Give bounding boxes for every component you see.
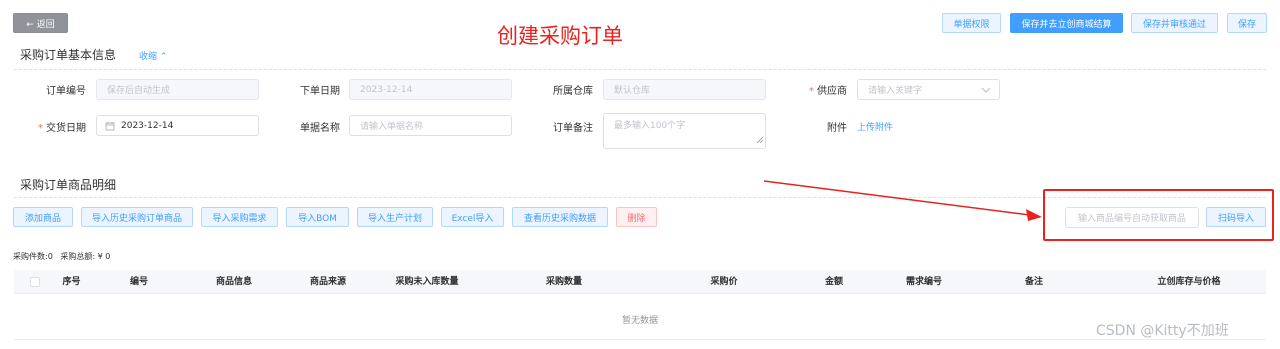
delivery-date-label: * 交货日期 xyxy=(30,119,86,134)
save-label: 保存 xyxy=(1237,19,1256,30)
import-demand-button[interactable]: 导入采购需求 xyxy=(201,207,278,227)
save-approve-label: 保存并审核通过 xyxy=(1142,19,1206,30)
toolbar-label: 删除 xyxy=(627,213,646,224)
supplier-label: * 供应商 xyxy=(790,82,847,97)
add-product-button[interactable]: 添加商品 xyxy=(13,207,73,227)
toolbar-label: 导入生产计划 xyxy=(367,213,422,224)
warehouse-placeholder: 默认仓库 xyxy=(614,86,651,96)
remark-textarea[interactable]: 最多输入100个字 xyxy=(603,113,766,149)
detail-section-title: 采购订单商品明细 xyxy=(20,178,117,192)
order-date-field: 2023-12-14 xyxy=(349,79,512,100)
permission-button[interactable]: 单据权限 xyxy=(942,13,1001,33)
save-approve-button[interactable]: 保存并审核通过 xyxy=(1131,13,1218,33)
remark-placeholder: 最多输入100个字 xyxy=(614,121,686,131)
required-mark: * xyxy=(809,86,814,97)
scan-import-label: 扫码导入 xyxy=(1217,213,1254,224)
attachment-label: 附件 xyxy=(827,123,847,134)
order-date-value: 2023-12-14 xyxy=(360,84,413,95)
annotation-arrow-icon xyxy=(763,180,1042,221)
permission-label: 单据权限 xyxy=(953,19,990,30)
column-header: 商品来源 xyxy=(309,277,346,287)
page-title: 创建采购订单 xyxy=(497,24,623,48)
section-divider xyxy=(14,69,1266,70)
doc-name-placeholder: 请输入单据名称 xyxy=(360,122,424,132)
doc-name-input[interactable]: 请输入单据名称 xyxy=(349,115,512,136)
back-button[interactable]: ← 返回 xyxy=(13,13,68,33)
view-history-data-button[interactable]: 查看历史采购数据 xyxy=(512,207,608,227)
warehouse-label: 所属仓库 xyxy=(553,86,593,97)
table-header: 序号 编号 商品信息 商品来源 采购未入库数量 采购数量 采购价 金额 需求编号… xyxy=(14,270,1266,294)
column-header: 序号 xyxy=(62,277,81,287)
scan-placeholder: 输入商品编号自动获取商品 xyxy=(1077,214,1186,224)
remark-label: 订单备注 xyxy=(553,123,593,134)
supplier-placeholder: 请输入关键字 xyxy=(868,86,923,96)
order-no-field: 保存后自动生成 xyxy=(96,79,259,100)
toolbar-label: 导入历史采购订单商品 xyxy=(91,213,182,224)
column-header: 采购未入库数量 xyxy=(395,277,459,287)
column-header: 商品信息 xyxy=(215,277,252,287)
supplier-select[interactable]: 请输入关键字 xyxy=(857,79,1000,100)
save-settle-button[interactable]: 保存并去立创商城结算 xyxy=(1010,13,1123,33)
delivery-date-label-text: 交货日期 xyxy=(46,123,86,134)
column-header: 采购数量 xyxy=(545,277,582,287)
import-bom-button[interactable]: 导入BOM xyxy=(286,207,349,227)
chevron-down-icon xyxy=(981,85,991,95)
collapse-toggle[interactable]: 收缩 ⌃ xyxy=(139,49,167,62)
order-no-label: 订单编号 xyxy=(46,86,86,97)
column-header: 备注 xyxy=(1024,277,1043,287)
upload-attachment-link[interactable]: 上传附件 xyxy=(857,120,893,133)
back-label: ← 返回 xyxy=(26,19,55,30)
scan-code-input[interactable]: 输入商品编号自动获取商品 xyxy=(1065,207,1199,228)
calendar-icon xyxy=(105,121,115,131)
column-header: 编号 xyxy=(129,277,148,287)
basic-section-title: 采购订单基本信息 xyxy=(20,48,117,62)
select-all-checkbox[interactable] xyxy=(30,277,40,287)
purchase-summary: 采购件数:0 采购总额: ¥ 0 xyxy=(13,252,111,261)
column-header: 需求编号 xyxy=(905,277,942,287)
column-header: 采购价 xyxy=(710,277,738,287)
empty-text: 暂无数据 xyxy=(621,316,658,326)
warehouse-field: 默认仓库 xyxy=(603,79,766,100)
page: ← 返回 创建采购订单 单据权限 保存并去立创商城结算 保存并审核通过 保存 采… xyxy=(0,0,1280,349)
toolbar-label: 查看历史采购数据 xyxy=(523,213,596,224)
watermark: CSDN @Kitty不加班 xyxy=(1096,323,1229,339)
order-date-label: 下单日期 xyxy=(300,86,340,97)
import-production-plan-button[interactable]: 导入生产计划 xyxy=(357,207,433,227)
required-mark: * xyxy=(38,123,43,134)
scan-import-button[interactable]: 扫码导入 xyxy=(1206,207,1266,227)
delivery-date-picker[interactable]: 2023-12-14 xyxy=(96,115,259,136)
import-history-order-button[interactable]: 导入历史采购订单商品 xyxy=(81,207,193,227)
save-button[interactable]: 保存 xyxy=(1227,13,1267,33)
order-no-placeholder: 保存后自动生成 xyxy=(107,86,171,96)
toolbar-label: 添加商品 xyxy=(24,213,61,224)
doc-name-label: 单据名称 xyxy=(300,123,340,134)
toolbar-label: 导入BOM xyxy=(298,213,337,224)
toolbar-label: Excel导入 xyxy=(451,213,494,224)
excel-import-button[interactable]: Excel导入 xyxy=(441,207,504,227)
resize-handle-icon xyxy=(756,136,764,146)
table-body: 暂无数据 xyxy=(14,294,1266,340)
column-header: 立创库存与价格 xyxy=(1157,277,1221,287)
column-header: 金额 xyxy=(824,277,843,287)
delivery-date-value: 2023-12-14 xyxy=(121,120,174,131)
delete-button[interactable]: 删除 xyxy=(616,207,657,227)
supplier-label-text: 供应商 xyxy=(817,86,847,97)
save-settle-label: 保存并去立创商城结算 xyxy=(1021,19,1112,30)
toolbar-label: 导入采购需求 xyxy=(212,213,267,224)
